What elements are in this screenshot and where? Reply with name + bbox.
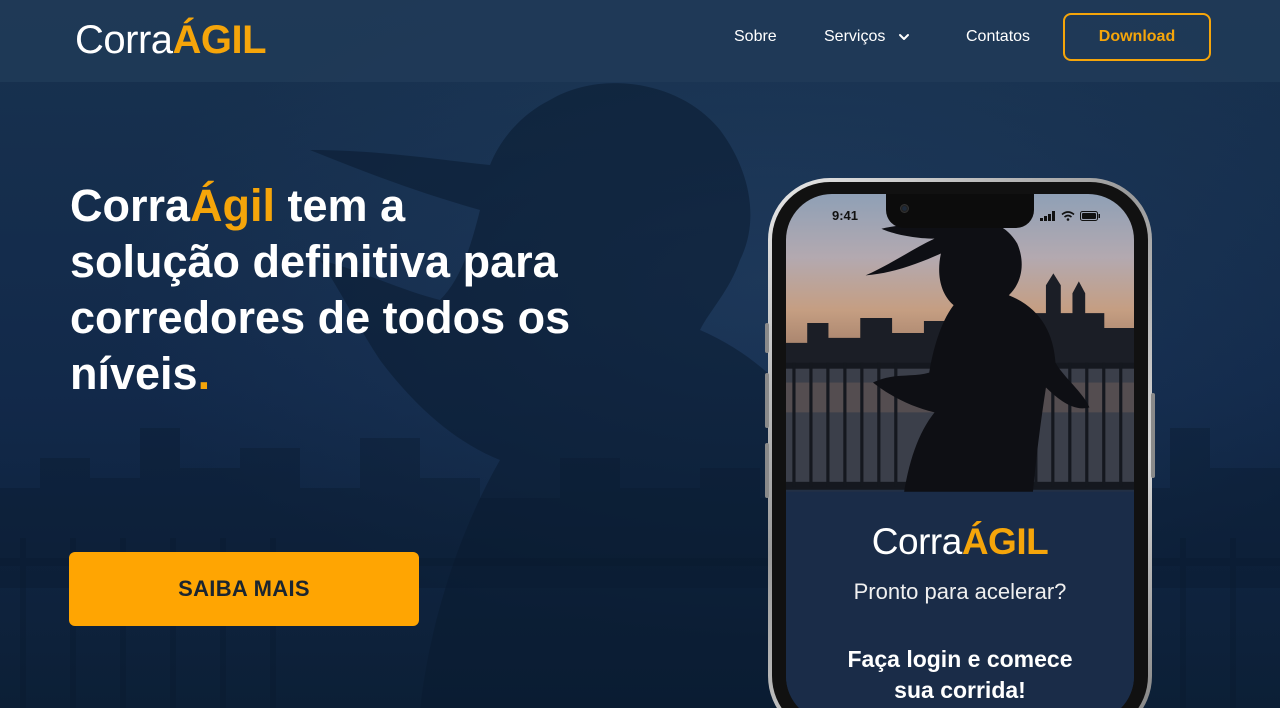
- logo-text-corra: Corra: [75, 18, 173, 62]
- phone-side-button: [765, 373, 769, 428]
- nav-servicos[interactable]: Serviços: [824, 28, 911, 46]
- phone-logo-agil: ÁGIL: [961, 521, 1049, 562]
- nav-sobre[interactable]: Sobre: [734, 28, 777, 46]
- phone-login-line2: sua corrida!: [894, 677, 1026, 703]
- hero-brand-agil: Ágil: [190, 180, 276, 231]
- phone-runner-scene: [786, 218, 1134, 708]
- hero-period: .: [197, 348, 211, 399]
- hero-line1-rest: tem a: [275, 180, 406, 231]
- hero-brand-corra: Corra: [70, 180, 191, 231]
- status-icons: [1040, 211, 1100, 221]
- hero-line4: níveis: [70, 348, 198, 399]
- phone-app-logo: CorraÁGIL: [786, 522, 1134, 562]
- wifi-icon: [1061, 211, 1075, 221]
- site-logo[interactable]: CorraÁGIL: [75, 18, 267, 62]
- phone-login-prompt: Faça login e comece sua corrida!: [786, 644, 1134, 706]
- phone-side-button: [1151, 393, 1155, 478]
- site-header: CorraÁGIL Sobre Serviços Contatos Downlo…: [0, 0, 1280, 82]
- phone-logo-corra: Corra: [871, 521, 963, 562]
- phone-subtitle: Pronto para acelerar?: [853, 579, 1067, 604]
- phone-login-line1: Faça login e comece: [847, 646, 1073, 672]
- saiba-mais-button[interactable]: SAIBA MAIS: [69, 552, 419, 626]
- phone-mockup: 9:41 CorraÁGIL Pronto para acelerar? Faç…: [765, 178, 1155, 708]
- phone-bezel: 9:41 CorraÁGIL Pronto para acelerar? Faç…: [772, 182, 1148, 708]
- chevron-down-icon: [899, 34, 910, 40]
- signal-icon: [1040, 211, 1055, 221]
- phone-screen: 9:41 CorraÁGIL Pronto para acelerar? Faç…: [786, 194, 1134, 708]
- download-button[interactable]: Download: [1063, 13, 1211, 61]
- camera-icon: [900, 204, 909, 213]
- phone-side-button: [765, 443, 769, 498]
- hero-headline: CorraÁgil tem a solução definitiva para …: [70, 178, 630, 402]
- nav-servicos-label: Serviços: [824, 28, 886, 45]
- hero-line2: solução definitiva para: [70, 236, 558, 287]
- nav-contatos[interactable]: Contatos: [966, 28, 1030, 46]
- battery-icon: [1080, 211, 1100, 221]
- phone-notch: [886, 194, 1034, 228]
- hero-line3: corredores de todos os: [70, 292, 571, 343]
- phone-side-button: [765, 323, 769, 353]
- status-time: 9:41: [832, 208, 859, 223]
- logo-text-agil: ÁGIL: [172, 18, 267, 62]
